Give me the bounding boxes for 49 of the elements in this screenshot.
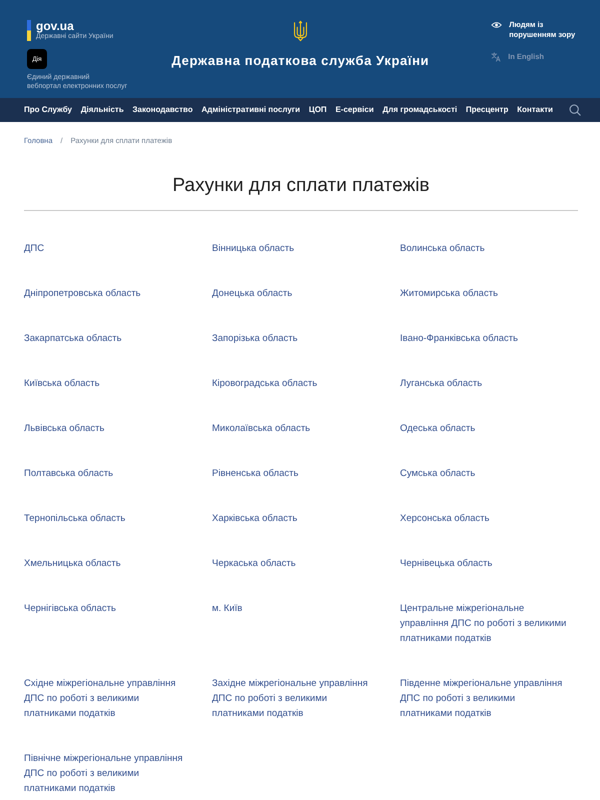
account-link[interactable]: Херсонська область [400,511,490,526]
account-link[interactable]: Тернопільська область [24,511,126,526]
account-link[interactable]: Київська область [24,376,100,391]
account-link[interactable]: Одеська область [400,421,476,436]
account-link[interactable]: Рівненська область [212,466,298,481]
account-link[interactable]: Закарпатська область [24,331,122,346]
account-link[interactable]: Південне міжрегіональне управління ДПС по роботі з великими платниками податків [400,676,568,721]
flag-icon [27,20,31,41]
account-link[interactable]: Харківська область [212,511,298,526]
account-link[interactable]: Волинська область [400,241,485,256]
nav-link[interactable]: Адміністративні послуги [202,105,300,115]
account-link[interactable]: Хмельницька область [24,556,121,571]
account-link[interactable]: Дніпропетровська область [24,286,141,301]
account-link[interactable]: Чернівецька область [400,556,492,571]
nav-link[interactable]: Діяльність [80,105,124,115]
eye-icon [491,21,502,29]
account-link[interactable]: Центральне міжрегіональне управління ДПС по роботі з великими платниками податків [400,601,568,646]
account-link[interactable]: Полтавська область [24,466,114,481]
nav-link[interactable]: Для громадськості [382,105,458,115]
account-link[interactable]: Вінницька область [212,241,294,256]
page-title: Рахунки для сплати платежів [171,174,431,198]
nav-link[interactable]: Законодавство [132,105,193,115]
translate-icon [491,52,502,62]
account-link[interactable]: Донецька область [212,286,292,301]
account-link[interactable]: м. Київ [212,601,242,616]
account-link[interactable]: Північне міжрегіональне управління ДПС по роботі з великими платниками податків [24,751,192,796]
account-link[interactable]: Івано-Франківська область [400,331,518,346]
account-link[interactable]: ДПС [24,241,44,256]
search-icon [569,104,581,116]
search-button[interactable] [569,104,581,116]
nav-link[interactable]: Е-сервіси [335,105,374,115]
account-link[interactable]: Луганська область [400,376,482,391]
account-link[interactable]: Східне міжрегіональне управління ДПС по роботі з великими платниками податків [24,676,192,721]
trident-icon [292,20,308,42]
account-link[interactable]: Західне міжрегіональне управління ДПС по роботі з великими платниками податків [212,676,380,721]
account-link[interactable]: Львівська область [24,421,104,436]
site-title: Державна податкова служба України [172,53,430,69]
nav-link[interactable]: Пресцентр [466,105,508,115]
nav-link[interactable]: Про Службу [24,105,72,115]
site-name[interactable]: gov.ua [36,20,74,32]
nav-link[interactable]: ЦОП [308,105,327,115]
account-link[interactable]: Миколаївська область [212,421,310,436]
nav-link[interactable]: Контакти [517,105,553,115]
account-link[interactable]: Чернігівська область [24,601,116,616]
account-link[interactable]: Сумська область [400,466,476,481]
account-link[interactable]: Черкаська область [212,556,296,571]
account-link[interactable]: Запорізька область [212,331,298,346]
account-link[interactable]: Житомирська область [400,286,498,301]
account-link[interactable]: Кіровоградська область [212,376,318,391]
